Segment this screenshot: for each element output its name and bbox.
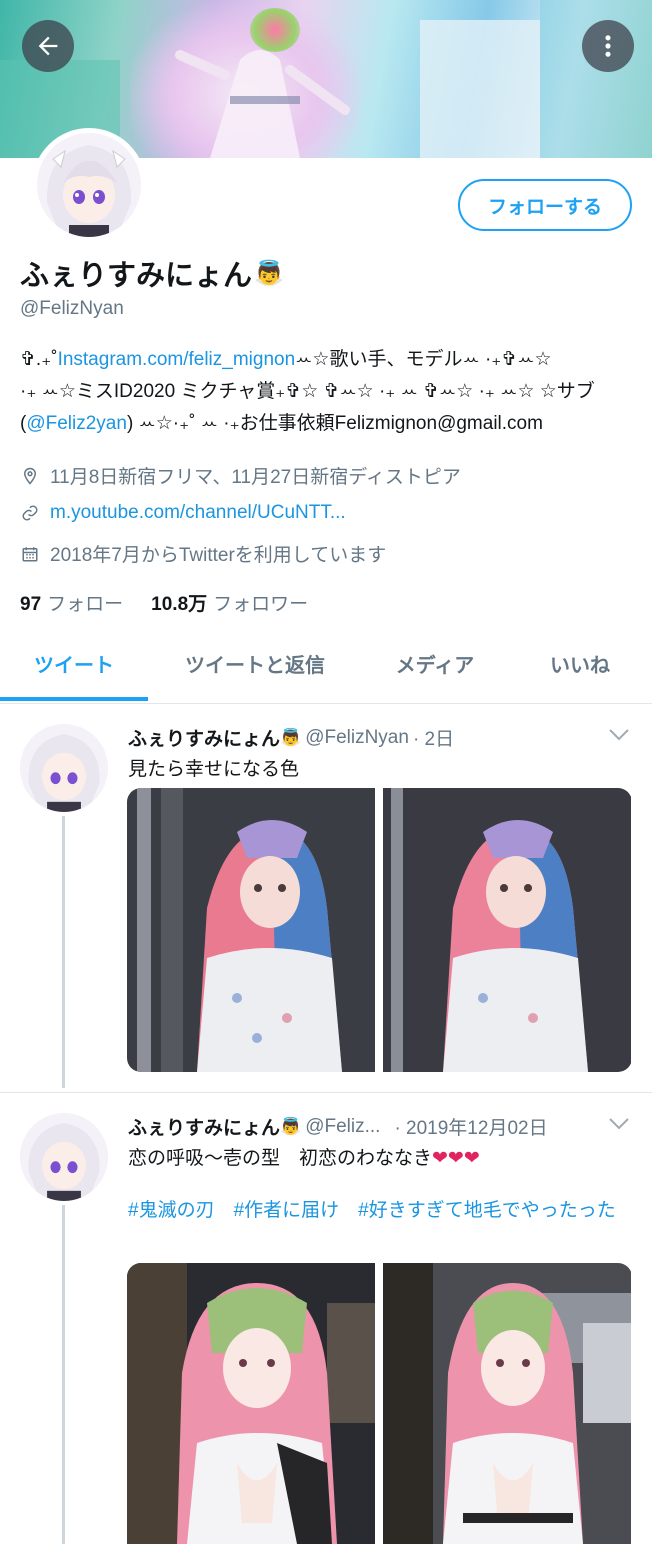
tweet-text: 恋の呼吸〜壱の型 初恋のわななき❤❤❤ (128, 1143, 480, 1170)
followers-number: 10.8万 (151, 594, 208, 615)
heart-emoji-icon: ❤❤❤ (432, 1148, 480, 1169)
tweet-media-grid (127, 788, 632, 1072)
arrow-left-icon (38, 36, 58, 56)
calendar-icon (20, 544, 40, 564)
bio-text: ✞.₊˚ (20, 349, 58, 370)
following-count[interactable]: 97 フォロー (20, 589, 123, 616)
more-options-button[interactable] (582, 20, 634, 72)
back-button[interactable] (22, 20, 74, 72)
follow-button[interactable]: フォローする (458, 179, 632, 231)
profile-website[interactable]: m.youtube.com/channel/UCuNTT... (20, 502, 346, 524)
tweet-header: ふぇりすみにょん 👼 @FelizNyan · 2日 (128, 724, 454, 751)
tweet-photo[interactable] (383, 788, 631, 1072)
website-link[interactable]: m.youtube.com/channel/UCuNTT... (50, 502, 346, 524)
tweet-author-name[interactable]: ふぇりすみにょん (128, 724, 280, 751)
tweet-photo[interactable] (127, 1263, 375, 1544)
more-vertical-icon (605, 35, 611, 57)
angel-emoji-icon: 👼 (280, 727, 302, 747)
bio-text: ) ꕀ☆·₊˚ ꕀ ·₊お仕事依頼Felizmignon@gmail.com (126, 413, 543, 434)
thread-line (62, 816, 65, 1088)
tweet-avatar[interactable] (20, 1113, 108, 1201)
bio-text: ·₊ ꕀ☆ミスID2020 ミクチャ賞₊✞☆ ✞ꕀ☆ ·₊ ꕀ ✞ꕀ☆ ·₊ ꕀ… (20, 381, 595, 402)
profile-handle: @FelizNyan (20, 298, 124, 319)
tweet-media-grid (127, 1263, 632, 1544)
tweet-header: ふぇりすみにょん 👼 @Feliz... · 2019年12月02日 (128, 1113, 548, 1140)
following-label: フォロー (47, 594, 124, 615)
followers-label: フォロワー (213, 594, 309, 615)
profile-joined: 2018年7月からTwitterを利用しています (20, 540, 386, 567)
profile-display-name: ふぇりすみにょん 👼 (20, 252, 284, 294)
tweet-photo[interactable] (383, 1263, 631, 1544)
instagram-link[interactable]: Instagram.com/feliz_mignon (58, 349, 296, 370)
tweet-hashtags[interactable]: #鬼滅の刃 #作者に届け #好きすぎて地毛でやったった (128, 1197, 638, 1225)
link-icon (20, 503, 40, 523)
tab-media[interactable]: メディア (362, 624, 508, 702)
tweet-photo[interactable] (127, 788, 375, 1072)
tweet-item[interactable]: ふぇりすみにょん 👼 @FelizNyan · 2日 見たら幸せになる色 (0, 704, 652, 1092)
tweet-author-handle[interactable]: @Feliz... (305, 1116, 380, 1138)
tweet-text: 見たら幸せになる色 (128, 759, 300, 780)
joined-text: 2018年7月からTwitterを利用しています (50, 545, 387, 566)
profile-location: 11月8日新宿フリマ、11月27日新宿ディストピア (20, 462, 461, 489)
tweet-text-body: 恋の呼吸〜壱の型 初恋のわななき (128, 1148, 433, 1169)
tweet-author-handle[interactable]: @FelizNyan (305, 727, 409, 749)
tab-tweets[interactable]: ツイート (0, 624, 148, 702)
profile-bio: ✞.₊˚Instagram.com/feliz_mignonꕀ☆歌い手、モデルꕀ… (20, 344, 640, 440)
tab-likes[interactable]: いいね (520, 624, 640, 702)
active-tab-indicator (0, 697, 148, 701)
angel-emoji-icon: 👼 (280, 1116, 302, 1136)
chevron-down-icon[interactable] (608, 1117, 630, 1131)
sub-account-mention-link[interactable]: @Feliz2yan (26, 413, 127, 434)
chevron-down-icon[interactable] (608, 728, 630, 742)
location-pin-icon (20, 466, 40, 486)
tab-tweets-and-replies[interactable]: ツイートと返信 (160, 624, 350, 702)
tweet-avatar[interactable] (20, 724, 108, 812)
following-number: 97 (20, 594, 42, 615)
followers-count[interactable]: 10.8万 フォロワー (151, 589, 308, 616)
profile-tabs: ツイート ツイートと返信 メディア いいね (0, 624, 652, 704)
angel-emoji-icon: 👼 (254, 259, 284, 287)
location-text: 11月8日新宿フリマ、11月27日新宿ディストピア (50, 467, 461, 488)
follow-counts: 97 フォロー 10.8万 フォロワー (20, 589, 308, 616)
tweet-timestamp: · 2019年12月02日 (394, 1118, 548, 1139)
tweet-author-name[interactable]: ふぇりすみにょん (128, 1113, 280, 1140)
thread-line (62, 1205, 65, 1544)
tweet-timestamp: · 2日 (412, 729, 455, 750)
display-name-text: ふぇりすみにょん (20, 260, 253, 292)
tweet-item[interactable]: ふぇりすみにょん 👼 @Feliz... · 2019年12月02日 恋の呼吸〜… (0, 1093, 652, 1544)
profile-avatar[interactable] (32, 128, 146, 242)
bio-text: ꕀ☆歌い手、モデルꕀ ·₊✞ꕀ☆ (295, 349, 552, 370)
